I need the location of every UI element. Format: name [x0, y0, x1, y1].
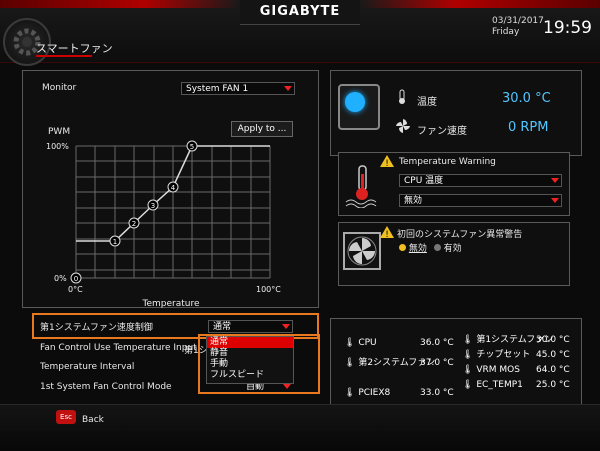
option-manual[interactable]: 手動: [207, 359, 293, 370]
thermometer-icon: 🌡: [344, 358, 356, 368]
sensor-value: 30.0 °C: [536, 335, 570, 345]
curve-point-label-5: 5: [190, 143, 194, 151]
warning-source-select[interactable]: CPU 温度: [399, 174, 562, 187]
sensor-list-right: 🌡 第1システムファン 30.0 °C 🌡 チップセット 45.0 °C 🌡 VRM…: [462, 333, 580, 393]
svg-text:!: !: [385, 159, 389, 167]
clock: 19:59: [543, 18, 592, 38]
monitor-select-value: System FAN 1: [186, 84, 249, 94]
chevron-down-icon: [284, 86, 292, 91]
curve-point-label-4: 4: [171, 184, 176, 192]
brand-logo: GIGABYTE: [240, 0, 360, 25]
sensor-row: 🌡 EC_TEMP1 25.0 °C: [462, 378, 580, 393]
thermometer-icon: 🌡: [344, 338, 356, 348]
fan-speed-label: ファン速度: [417, 126, 467, 137]
temperature-value: 30.0 °C: [502, 91, 551, 106]
temp-interval-label: Temperature Interval: [40, 362, 135, 372]
fan-speed-control-select[interactable]: 通常: [208, 320, 293, 333]
page-title: スマートファン: [36, 42, 113, 55]
curve-point-label-2: 2: [132, 220, 136, 228]
curve-point-label-1: 1: [113, 238, 117, 246]
thermometer-icon: 🌡: [462, 365, 474, 375]
temperature-label: 温度: [417, 97, 437, 108]
warning-threshold-select[interactable]: 無効: [399, 194, 562, 207]
sensor-row: 🌡 CPU 36.0 °C: [344, 333, 464, 353]
monitor-select[interactable]: System FAN 1: [181, 82, 295, 95]
fan-speed-control-label: 第1システムファン速度制御: [40, 323, 153, 333]
chevron-down-icon: [551, 198, 559, 203]
heat-thermometer-icon: [345, 165, 377, 208]
sensor-row: 🌡 PCIEX8 33.0 °C: [344, 383, 464, 403]
fan-speed-control-value: 通常: [213, 322, 232, 332]
option-normal[interactable]: 通常: [207, 337, 293, 348]
radio-enabled-label: 有効: [443, 244, 462, 254]
thermometer-icon: 🌡: [344, 388, 356, 398]
radio-disabled[interactable]: [399, 244, 406, 251]
sensor-name: チップセット: [476, 350, 531, 360]
monitor-label: Monitor: [42, 83, 77, 93]
option-silent[interactable]: 静音: [207, 348, 293, 359]
sensor-value: 64.0 °C: [536, 365, 570, 375]
sensor-value: 37.0 °C: [420, 358, 454, 368]
sensor-value: 36.0 °C: [420, 338, 454, 348]
pc-case-icon: [338, 84, 380, 130]
day-text: Friday: [492, 27, 520, 37]
fan-speed-value: 0 RPM: [508, 120, 549, 135]
radio-enabled[interactable]: [433, 244, 441, 251]
thermometer-icon: [399, 89, 405, 104]
sensor-value: 25.0 °C: [536, 380, 570, 390]
x-axis-min-label: 0°C: [68, 285, 83, 294]
header-accent-left: [0, 0, 240, 8]
sensor-value: 33.0 °C: [420, 388, 454, 398]
apply-to-button[interactable]: Apply to ...: [231, 121, 293, 137]
thermometer-icon: 🌡: [462, 350, 474, 360]
warning-source-value: CPU 温度: [404, 176, 444, 186]
y-axis-max-label: 100%: [46, 142, 69, 151]
y-axis-min-label: 0%: [54, 274, 67, 283]
pwm-label: PWM: [48, 127, 71, 137]
fan-mode-dropdown: 通常 静音 手動 フルスピード: [206, 336, 294, 384]
chevron-down-icon: [282, 324, 290, 329]
title-underline: [36, 55, 92, 57]
fan-fail-icon: [343, 232, 381, 270]
sensor-name: EC_TEMP1: [476, 380, 523, 390]
date-text: 03/31/2017: [492, 16, 544, 26]
back-button[interactable]: Back: [82, 415, 104, 425]
warning-threshold-value: 無効: [404, 196, 423, 206]
thermometer-icon: 🌡: [462, 380, 474, 390]
fan-icon: [396, 119, 410, 133]
x-axis-max-label: 100°C: [256, 285, 281, 294]
fan-curve-chart: 0 1 2 3 4 5 100% 0% 0°C 100°C Temperatur…: [46, 140, 281, 309]
warning-icon: !: [380, 226, 394, 238]
radio-disabled-label: 無効: [408, 244, 427, 254]
warning-icon: !: [380, 155, 394, 167]
sensor-value: 45.0 °C: [536, 350, 570, 360]
sensor-row: 🌡 チップセット 45.0 °C: [462, 348, 580, 363]
curve-point-label-0: 0: [74, 275, 78, 283]
control-mode-label: 1st System Fan Control Mode: [40, 382, 172, 392]
temperature-warning-title: Temperature Warning: [399, 157, 496, 167]
sensor-row: 🌡 第1システムファン 30.0 °C: [462, 333, 580, 348]
chart-grid: [75, 145, 271, 279]
sensor-list-left: 🌡 CPU 36.0 °C 🌡 第2システムファン 37.0 °C 🌡 PCIEX8…: [344, 333, 464, 403]
header-accent-right: [360, 0, 600, 8]
sensor-row: 🌡 VRM MOS 64.0 °C: [462, 363, 580, 378]
temp-input-label: Fan Control Use Temperature Input: [40, 343, 197, 353]
sensor-name: CPU: [358, 338, 377, 348]
fan-fail-title: 初回のシステムファン異常警告: [397, 230, 523, 240]
fan-fail-options: 無効 有効: [399, 241, 462, 254]
esc-key-icon[interactable]: Esc: [56, 410, 76, 424]
option-full-speed[interactable]: フルスピード: [207, 370, 293, 381]
curve-point-label-3: 3: [151, 202, 155, 210]
sensor-row: 🌡 第2システムファン 37.0 °C: [344, 353, 464, 373]
sensor-name: VRM MOS: [476, 365, 520, 375]
date-display: 03/31/2017 Friday: [492, 16, 544, 38]
footer-bar: [0, 404, 600, 451]
chevron-down-icon: [551, 178, 559, 183]
thermometer-icon: 🌡: [462, 335, 474, 345]
sensor-name: PCIEX8: [358, 388, 391, 398]
svg-text:!: !: [385, 230, 389, 238]
x-axis-title: Temperature: [141, 299, 199, 309]
